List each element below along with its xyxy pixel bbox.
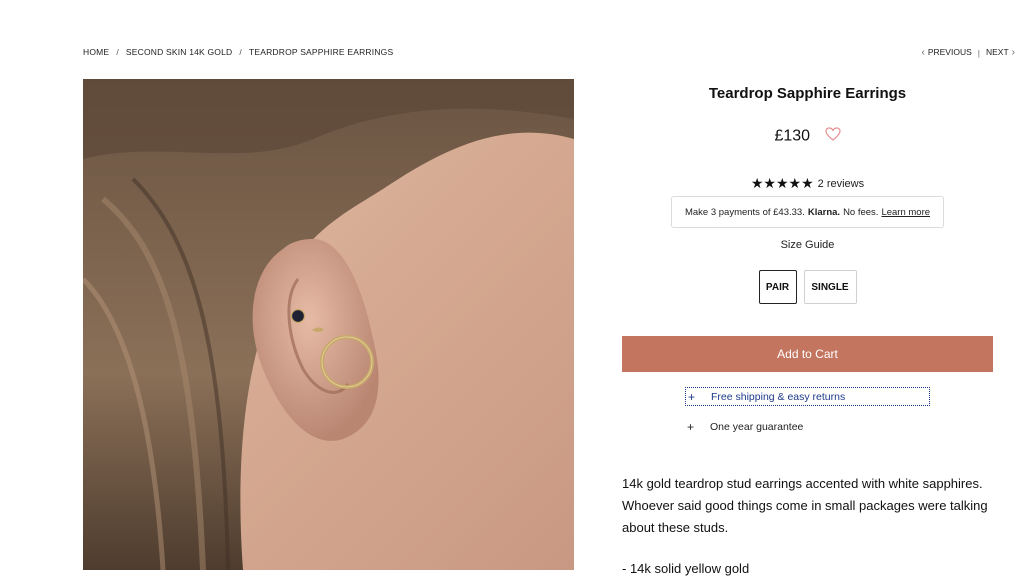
size-guide-link[interactable]: Size Guide <box>622 239 993 251</box>
product-feature-bullet: - 14k solid yellow gold <box>622 561 750 576</box>
product-image[interactable] <box>83 79 574 570</box>
accordion-guarantee[interactable]: + One year guarantee <box>685 417 930 436</box>
breadcrumb-collection-link[interactable]: SECOND SKIN 14K GOLD <box>126 47 233 57</box>
plus-icon: + <box>688 389 696 404</box>
chevron-right-icon: › <box>1011 47 1015 58</box>
reviews-count: 2 reviews <box>817 177 865 190</box>
chevron-left-icon: ‹ <box>921 47 925 58</box>
breadcrumb-separator: / <box>239 47 242 57</box>
breadcrumb-home-link[interactable]: HOME <box>83 47 109 57</box>
klarna-banner: Make 3 payments of £43.33. Klarna. No fe… <box>671 196 944 228</box>
learn-more-link[interactable]: Learn more <box>881 207 930 218</box>
product-price: £130 <box>774 127 811 145</box>
breadcrumb-current: TEARDROP SAPPHIRE EARRINGS <box>248 47 394 57</box>
klarna-text: Make 3 payments of £43.33. <box>684 206 805 218</box>
wishlist-heart-icon[interactable] <box>824 127 841 146</box>
next-link[interactable]: NEXT › <box>986 47 1018 58</box>
product-pager: ‹ PREVIOUS | NEXT › <box>918 47 1018 58</box>
rating-row[interactable]: ★★★★★ 2 reviews <box>622 175 993 192</box>
klarna-logo: Klarna. <box>807 206 841 218</box>
price-row: £130 <box>622 127 993 146</box>
star-rating-icons: ★★★★★ <box>750 175 814 191</box>
previous-label: PREVIOUS <box>927 47 972 57</box>
plus-icon: + <box>687 419 695 434</box>
product-description: 14k gold teardrop stud earrings accented… <box>622 476 988 535</box>
previous-link[interactable]: ‹ PREVIOUS <box>918 47 971 58</box>
accordion-shipping-label: Free shipping & easy returns <box>711 390 846 403</box>
product-title: Teardrop Sapphire Earrings <box>708 85 907 102</box>
next-label: NEXT <box>985 47 1009 57</box>
breadcrumb-separator: / <box>116 47 119 57</box>
pager-separator: | <box>977 47 980 58</box>
variant-selector: PAIR SINGLE <box>622 270 993 304</box>
klarna-fees: No fees. <box>843 206 879 218</box>
accordion-shipping[interactable]: + Free shipping & easy returns <box>685 387 930 406</box>
accordion-guarantee-label: One year guarantee <box>710 420 804 433</box>
add-to-cart-button[interactable]: Add to Cart <box>622 336 993 372</box>
variant-pair-button[interactable]: PAIR <box>758 270 797 304</box>
variant-single-button[interactable]: SINGLE <box>803 270 857 304</box>
product-photo <box>83 79 574 570</box>
breadcrumb: HOME / SECOND SKIN 14K GOLD / TEARDROP S… <box>83 47 393 57</box>
